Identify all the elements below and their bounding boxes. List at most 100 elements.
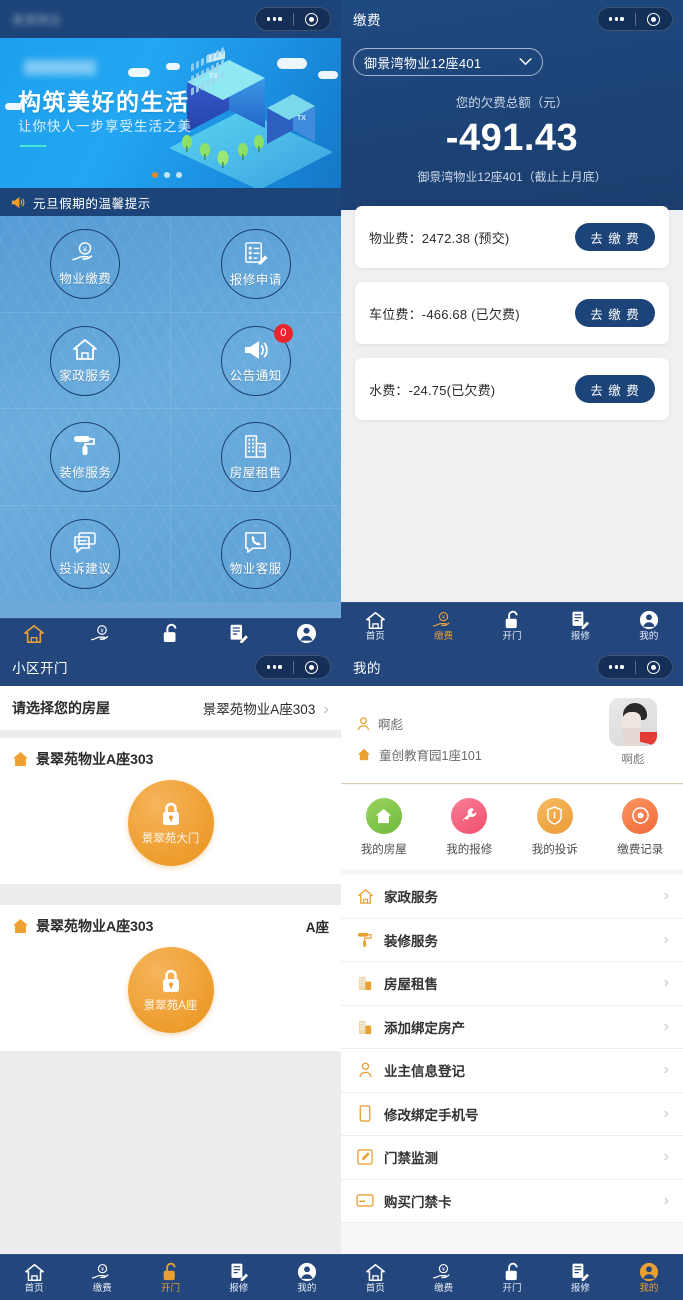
home-notice-bar[interactable]: 元旦假期的温馨提示 <box>0 188 341 216</box>
tab-home[interactable]: 首页 <box>0 623 68 644</box>
avatar[interactable] <box>609 698 657 746</box>
person-icon <box>639 1261 659 1282</box>
more-dots-icon[interactable] <box>598 17 635 21</box>
profile-rows: 啊彪 童创教育园1座101 <box>357 714 482 776</box>
list-item[interactable]: 购买门禁卡 › <box>341 1180 683 1223</box>
quick-label: 缴费记录 <box>617 843 664 856</box>
home-menu-cell[interactable]: 公告通知 0 <box>171 313 342 410</box>
shield-icon <box>536 797 573 834</box>
tab-mine[interactable]: 我的 <box>615 603 683 648</box>
open-building-button[interactable]: 景翠苑A座 <box>127 947 214 1033</box>
list-item[interactable]: 添加绑定房产 › <box>341 1006 683 1049</box>
target-circle-icon[interactable] <box>294 660 331 674</box>
home-banner-brand-blurred <box>24 60 96 75</box>
tab-payment[interactable]: ¥ 缴费 <box>68 1255 136 1300</box>
more-dots-icon[interactable] <box>256 17 293 21</box>
home-menu-cell[interactable]: ¥ 物业缴费 <box>0 216 171 313</box>
tab-label: 开门 <box>502 631 522 643</box>
menu-label: 家政服务 <box>59 368 112 383</box>
record-eye-icon <box>622 797 659 834</box>
bill-text: 车位费：-466.68 (已欠费) <box>369 306 520 322</box>
menu-item-housekeeping[interactable]: 家政服务 <box>50 325 121 396</box>
home-menu-cell[interactable]: 家政服务 <box>0 313 171 410</box>
quick-my-complaint[interactable]: 我的投诉 <box>512 797 598 857</box>
target-circle-icon[interactable] <box>636 660 673 674</box>
tab-opendoor[interactable]: 开门 <box>478 1255 546 1300</box>
home-menu-cell[interactable]: 物业客服 <box>171 506 342 603</box>
more-dots-icon[interactable] <box>256 665 293 669</box>
wechat-capsule-payment[interactable] <box>597 7 673 31</box>
avatar-wrap[interactable]: 啊彪 <box>603 698 663 767</box>
opendoor-nav-title: 小区开门 <box>12 661 68 676</box>
total-due-note: 御景湾物业12座401（截止上月底） <box>417 170 607 184</box>
tab-mine[interactable]: 我的 <box>273 1255 341 1300</box>
tab-home[interactable]: 首页 <box>341 1255 409 1300</box>
menu-item-customer-service[interactable]: 物业客服 <box>220 518 291 589</box>
wechat-capsule-mine[interactable] <box>597 655 673 679</box>
tab-label: 我的 <box>639 631 659 643</box>
list-item[interactable]: 家政服务 › <box>341 875 683 919</box>
panel-mine: 我的 啊彪 童创教育园1座101 啊彪 我的房屋 我的报修 我的投诉 缴费记录 … <box>341 648 683 1300</box>
tab-mine[interactable]: 我的 <box>615 1255 683 1300</box>
list-item-label: 购买门禁卡 <box>384 1194 452 1210</box>
person-icon <box>357 716 370 730</box>
tab-home[interactable]: 首页 <box>341 603 409 648</box>
home-menu-cell[interactable]: 报修申请 <box>171 216 342 313</box>
house-selector[interactable]: 御景湾物业12座401 <box>353 48 543 76</box>
unlock-icon <box>162 623 180 644</box>
menu-item-announcements[interactable]: 公告通知 0 <box>220 323 293 396</box>
house-icon <box>357 748 371 761</box>
more-dots-icon[interactable] <box>598 665 635 669</box>
tab-opendoor[interactable]: 开门 <box>478 603 546 648</box>
open-gate-button[interactable]: 景翠苑大门 <box>127 780 214 866</box>
unlock-icon <box>504 1261 521 1282</box>
pay-button[interactable]: 去 缴 费 <box>575 299 655 327</box>
wechat-capsule-opendoor[interactable] <box>255 655 331 679</box>
home-menu-cell[interactable]: 装修服务 <box>0 409 171 506</box>
list-item[interactable]: 房屋租售 › <box>341 962 683 1006</box>
menu-item-property-payment[interactable]: ¥ 物业缴费 <box>50 229 121 300</box>
quick-payment-records[interactable]: 缴费记录 <box>598 797 683 857</box>
target-circle-icon[interactable] <box>636 12 673 26</box>
pay-button[interactable]: 去 缴 费 <box>575 223 655 251</box>
tab-home[interactable]: 首页 <box>0 1255 68 1300</box>
menu-item-complaint[interactable]: 投诉建议 <box>50 518 121 589</box>
banner-pagination-dots[interactable] <box>152 172 182 178</box>
list-item[interactable]: 修改绑定手机号 › <box>341 1093 683 1136</box>
target-circle-icon[interactable] <box>294 12 331 26</box>
edit-square-icon <box>355 1149 375 1165</box>
quick-my-house[interactable]: 我的房屋 <box>341 797 427 857</box>
tab-opendoor[interactable]: 开门 <box>136 1255 204 1300</box>
home-menu-cell[interactable]: 投诉建议 <box>0 506 171 603</box>
home-menu-cell[interactable]: 房屋租售 <box>171 409 342 506</box>
tab-repair[interactable]: 报修 <box>205 1255 273 1300</box>
home-banner[interactable]: TX TX 构筑美好的生活 让你快人一步享受生活之美 <box>0 38 341 188</box>
quick-my-repair[interactable]: 我的报修 <box>427 797 513 857</box>
wechat-capsule-home[interactable] <box>255 7 331 31</box>
tab-repair[interactable]: 报修 <box>205 623 273 644</box>
list-item[interactable]: 装修服务 › <box>341 919 683 962</box>
door-button-label: 景翠苑A座 <box>143 999 198 1012</box>
mine-quick-actions: 我的房屋 我的报修 我的投诉 缴费记录 <box>341 785 683 869</box>
pay-button[interactable]: 去 缴 费 <box>575 375 655 403</box>
list-item[interactable]: 业主信息登记 › <box>341 1049 683 1093</box>
tab-payment[interactable]: ¥ 缴费 <box>409 1255 477 1300</box>
menu-item-repair-request[interactable]: 报修申请 <box>220 229 291 300</box>
tab-repair[interactable]: 报修 <box>546 1255 614 1300</box>
menu-item-house-rent-sale[interactable]: 房屋租售 <box>220 422 291 493</box>
tab-repair[interactable]: 报修 <box>546 603 614 648</box>
house-picker-row[interactable]: 请选择您的房屋 景翠苑物业A座303 › <box>0 686 341 730</box>
tab-label: 首页 <box>365 1283 385 1295</box>
tab-mine[interactable]: 我的 <box>273 623 341 644</box>
hand-coin-icon: ¥ <box>72 242 93 261</box>
tab-payment[interactable]: ¥ 缴费 <box>409 603 477 648</box>
list-item[interactable]: 门禁监测 › <box>341 1136 683 1180</box>
chevron-right-icon: › <box>323 698 329 718</box>
menu-label: 物业客服 <box>229 562 282 577</box>
home-icon <box>365 609 386 630</box>
tab-payment[interactable]: ¥ 缴费 <box>68 623 136 644</box>
menu-item-decoration[interactable]: 装修服务 <box>50 422 121 493</box>
chevron-right-icon: › <box>663 1148 669 1166</box>
tab-opendoor[interactable]: 开门 <box>136 623 204 644</box>
bill-card: 车位费：-466.68 (已欠费) 去 缴 费 <box>355 282 669 344</box>
